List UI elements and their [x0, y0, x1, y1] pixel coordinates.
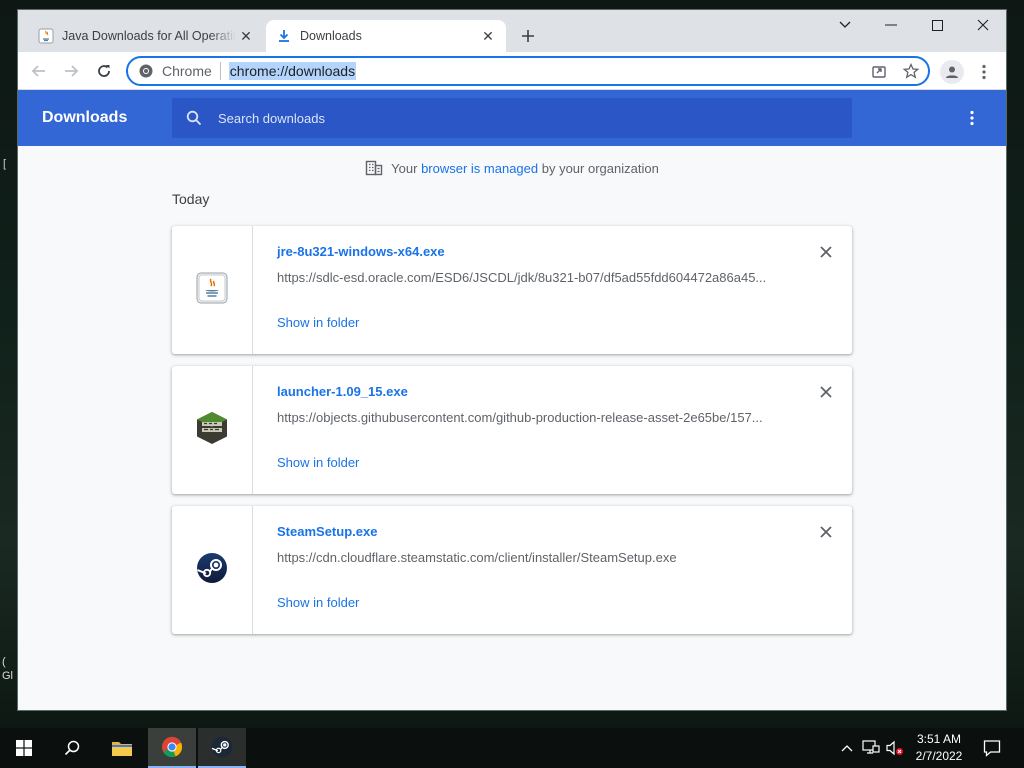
java-icon [38, 28, 54, 44]
java-file-icon [196, 272, 228, 309]
arrow-right-icon [65, 65, 79, 77]
taskbar-file-explorer[interactable] [98, 728, 146, 768]
show-in-folder-link[interactable]: Show in folder [277, 315, 359, 330]
taskbar-chrome[interactable] [148, 728, 196, 768]
managed-link[interactable]: browser is managed [421, 161, 538, 176]
tab-title: Java Downloads for All Operating Systems [62, 29, 236, 43]
person-icon [946, 66, 958, 78]
section-label-today: Today [172, 191, 210, 207]
download-source-url[interactable]: https://objects.githubusercontent.com/gi… [277, 410, 777, 425]
close-icon [977, 19, 989, 31]
maximize-button[interactable] [914, 10, 960, 40]
downloads-menu-button[interactable] [962, 108, 982, 128]
tab-strip: Java Downloads for All Operating Systems… [18, 10, 1006, 52]
reload-button[interactable] [91, 58, 117, 84]
show-in-folder-link[interactable]: Show in folder [277, 455, 359, 470]
chrome-logo-icon [138, 63, 154, 79]
tab-downloads[interactable]: Downloads ✕ [266, 20, 506, 52]
chrome-window: Java Downloads for All Operating Systems… [18, 10, 1006, 710]
close-icon [820, 386, 832, 398]
managed-prefix: Your [391, 160, 422, 176]
browser-toolbar: Chrome chrome://downloads [18, 52, 1006, 90]
building-icon [365, 159, 383, 177]
show-in-folder-link[interactable]: Show in folder [277, 595, 359, 610]
remove-download-button[interactable] [816, 242, 836, 262]
chevron-up-icon [841, 745, 853, 752]
windows-taskbar: 3:51 AM 2/7/2022 [0, 728, 1024, 768]
more-vert-icon [982, 64, 986, 80]
close-icon[interactable]: ✕ [478, 26, 498, 46]
close-icon [820, 246, 832, 258]
close-icon [820, 526, 832, 538]
close-icon[interactable]: ✕ [236, 26, 256, 46]
minimize-button[interactable] [868, 10, 914, 40]
arrow-left-icon [31, 65, 45, 77]
download-filename-link[interactable]: launcher-1.09_15.exe [277, 384, 408, 399]
remove-download-button[interactable] [816, 522, 836, 542]
start-button[interactable] [0, 728, 48, 768]
profile-avatar[interactable] [940, 60, 964, 84]
bookmark-star-icon[interactable] [902, 62, 920, 80]
taskbar-steam[interactable] [198, 728, 246, 768]
volume-muted-icon[interactable] [884, 728, 906, 768]
action-center-button[interactable] [980, 736, 1004, 760]
search-icon [64, 740, 80, 756]
tab-title: Downloads [300, 29, 362, 43]
forward-button[interactable] [58, 58, 84, 84]
taskbar-search-button[interactable] [48, 728, 96, 768]
search-box[interactable] [172, 98, 852, 138]
download-source-url[interactable]: https://cdn.cloudflare.steamstatic.com/c… [277, 550, 777, 565]
clock-date: 2/7/2022 [915, 749, 963, 763]
search-icon[interactable] [184, 108, 204, 128]
steam-icon [196, 552, 228, 589]
windows-logo-icon [16, 740, 32, 756]
download-source-url[interactable]: https://sdlc-esd.oracle.com/ESD6/JSCDL/j… [277, 270, 777, 285]
downloads-toolbar: Downloads [18, 90, 1006, 146]
more-vert-icon [970, 110, 974, 126]
url-text[interactable]: chrome://downloads [228, 62, 357, 80]
download-item: launcher-1.09_15.exe https://objects.git… [172, 366, 852, 494]
share-icon[interactable] [870, 62, 888, 80]
managed-suffix: by your organization [538, 160, 659, 176]
back-button[interactable] [26, 58, 52, 84]
desktop-edge-mark: [ [3, 158, 7, 170]
close-window-button[interactable] [960, 10, 1006, 40]
desktop-edge-text: ( Gl [2, 656, 13, 682]
notification-icon [983, 740, 1001, 757]
download-filename-link[interactable]: jre-8u321-windows-x64.exe [277, 244, 445, 259]
download-item: SteamSetup.exe https://cdn.cloudflare.st… [172, 506, 852, 634]
steam-icon [211, 736, 233, 758]
minimize-icon [885, 24, 897, 26]
network-icon[interactable] [860, 728, 882, 768]
site-label: Chrome [162, 63, 212, 79]
page-title: Downloads [42, 109, 128, 126]
download-filename-link[interactable]: SteamSetup.exe [277, 524, 377, 539]
omnibox-divider [219, 62, 221, 80]
remove-download-button[interactable] [816, 382, 836, 402]
search-input[interactable] [218, 110, 818, 126]
maximize-icon [931, 19, 943, 31]
download-item: jre-8u321-windows-x64.exe https://sdlc-e… [172, 226, 852, 354]
download-icon [276, 28, 292, 44]
browser-menu-button[interactable] [974, 60, 994, 84]
chevron-down-icon [839, 21, 851, 28]
managed-notice: Your browser is managed by your organiza… [18, 158, 1006, 178]
plus-icon [522, 30, 534, 42]
tab-search-button[interactable] [822, 10, 868, 40]
system-clock[interactable]: 3:51 AM 2/7/2022 [908, 731, 970, 765]
folder-icon [112, 742, 132, 756]
tab-java-downloads[interactable]: Java Downloads for All Operating Systems… [28, 20, 264, 52]
show-hidden-icons-button[interactable] [838, 728, 856, 768]
betacraft-icon [195, 411, 229, 450]
chrome-icon [162, 736, 183, 758]
clock-time: 3:51 AM [916, 732, 962, 746]
new-tab-button[interactable] [516, 24, 540, 48]
reload-icon [98, 65, 110, 77]
address-bar[interactable]: Chrome chrome://downloads [126, 56, 930, 86]
